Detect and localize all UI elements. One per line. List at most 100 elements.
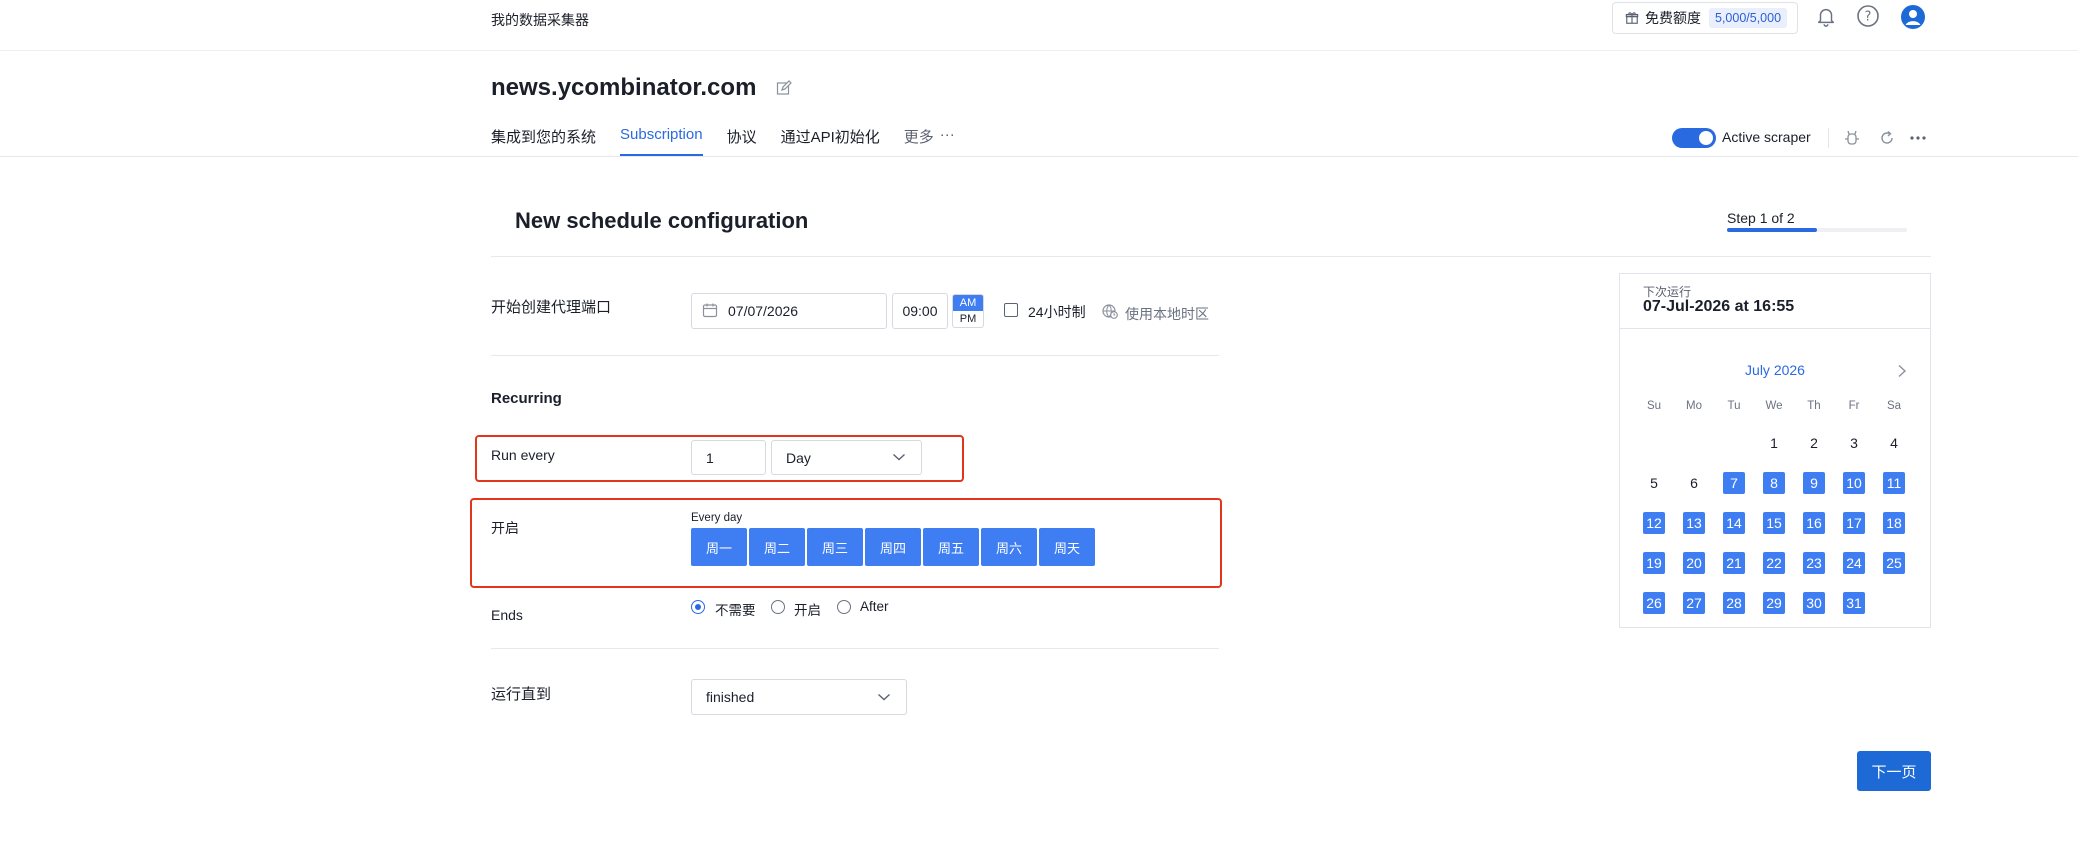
help-icon[interactable]: ?	[1856, 4, 1880, 28]
step-label: Step 1 of 2	[1727, 210, 1795, 226]
calendar-day[interactable]: 16	[1803, 512, 1825, 534]
calendar-day[interactable]: 15	[1763, 512, 1785, 534]
calendar-day[interactable]: 27	[1683, 592, 1705, 614]
quota-count: 5,000/5,000	[1709, 8, 1788, 28]
calendar-day[interactable]: 18	[1883, 512, 1905, 534]
calendar-day[interactable]: 1	[1763, 432, 1785, 454]
calendar-day[interactable]: 30	[1803, 592, 1825, 614]
panel-divider	[1619, 328, 1931, 329]
local-timezone-label[interactable]: 使用本地时区	[1125, 304, 1209, 324]
weekday-button[interactable]: 周四	[865, 528, 921, 566]
run-every-unit-value: Day	[786, 449, 811, 466]
calendar-day[interactable]: 28	[1723, 592, 1745, 614]
tab-protocol[interactable]: 协议	[727, 126, 757, 156]
calendar-day[interactable]: 8	[1763, 472, 1785, 494]
run-until-select[interactable]: finished	[691, 679, 907, 715]
calendar-day[interactable]: 26	[1643, 592, 1665, 614]
active-scraper-toggle[interactable]	[1672, 128, 1716, 148]
tab-subscription[interactable]: Subscription	[620, 126, 703, 156]
calendar-day[interactable]: 22	[1763, 552, 1785, 574]
ends-never-label: 不需要	[715, 603, 756, 618]
calendar-day[interactable]: 6	[1683, 472, 1705, 494]
ends-on-label: 开启	[794, 603, 821, 618]
calendar-day[interactable]: 17	[1843, 512, 1865, 534]
tab-api-init[interactable]: 通过API初始化	[781, 126, 880, 156]
calendar-day[interactable]: 10	[1843, 472, 1865, 494]
calendar-day[interactable]: 24	[1843, 552, 1865, 574]
calendar-day[interactable]: 4	[1883, 432, 1905, 454]
tab-more[interactable]: 更多 ···	[904, 126, 955, 156]
avatar-icon[interactable]	[1900, 4, 1926, 30]
start-divider	[491, 355, 1219, 356]
calendar-day[interactable]: 20	[1683, 552, 1705, 574]
calendar-day[interactable]: 29	[1763, 592, 1785, 614]
weekday-button[interactable]: 周一	[691, 528, 747, 566]
pm-option[interactable]: PM	[953, 311, 983, 327]
next-page-button[interactable]: 下一页	[1857, 751, 1931, 791]
ends-on-radio[interactable]	[771, 600, 785, 614]
tab-divider	[0, 156, 2078, 157]
calendar-icon	[702, 303, 718, 318]
calendar-day[interactable]: 9	[1803, 472, 1825, 494]
calendar-day[interactable]: 31	[1843, 592, 1865, 614]
ends-divider	[491, 648, 1219, 649]
calendar-day[interactable]: 5	[1643, 472, 1665, 494]
calendar-weekday: Mo	[1686, 400, 1702, 412]
svg-text:?: ?	[1865, 10, 1872, 25]
am-option[interactable]: AM	[953, 295, 983, 311]
calendar-day[interactable]: 7	[1723, 472, 1745, 494]
tab-integration[interactable]: 集成到您的系统	[491, 126, 596, 156]
start-time-input[interactable]: 09:00	[892, 293, 948, 329]
weekday-button[interactable]: 周五	[923, 528, 979, 566]
calendar-weekday: Su	[1646, 400, 1662, 412]
globe-clock-icon[interactable]	[1102, 303, 1118, 319]
run-every-input[interactable]: 1	[691, 440, 766, 475]
calendar-month: July 2026	[1745, 362, 1805, 378]
refresh-icon[interactable]	[1877, 128, 1897, 148]
start-label: 开始创建代理端口	[491, 299, 612, 316]
quota-badge[interactable]: 免费额度 5,000/5,000	[1612, 2, 1799, 34]
tab-more-label: 更多	[903, 129, 934, 146]
bug-icon[interactable]	[1842, 128, 1862, 148]
run-until-label: 运行直到	[491, 686, 552, 703]
step-progress-fill	[1727, 228, 1817, 232]
config-divider	[491, 256, 1931, 257]
calendar-day[interactable]: 11	[1883, 472, 1905, 494]
calendar-day[interactable]: 23	[1803, 552, 1825, 574]
weekday-button[interactable]: 周六	[981, 528, 1037, 566]
calendar-weekday: Th	[1807, 400, 1821, 412]
on-label: 开启	[491, 520, 519, 536]
weekday-button[interactable]: 周天	[1039, 528, 1095, 566]
weekday-button[interactable]: 周三	[807, 528, 863, 566]
ends-after-radio[interactable]	[837, 600, 851, 614]
calendar-day[interactable]: 25	[1883, 552, 1905, 574]
calendar-day[interactable]: 14	[1723, 512, 1745, 534]
start-date-value: 07/07/2026	[728, 303, 799, 319]
site-title: news.ycombinator.com	[491, 74, 757, 101]
calendar-day[interactable]: 19	[1643, 552, 1665, 574]
config-title: New schedule configuration	[515, 208, 809, 233]
calendar-day[interactable]: 2	[1803, 432, 1825, 454]
ends-never-radio[interactable]	[691, 600, 705, 614]
more-dots-icon: ···	[939, 126, 955, 143]
weekday-button[interactable]: 周二	[749, 528, 805, 566]
start-time-value: 09:00	[902, 303, 938, 319]
run-until-value: finished	[706, 689, 755, 705]
active-scraper-label: Active scraper	[1722, 129, 1811, 145]
calendar-day[interactable]: 13	[1683, 512, 1705, 534]
chevron-right-icon[interactable]	[1896, 364, 1908, 378]
bell-icon[interactable]	[1814, 4, 1838, 28]
recurring-heading: Recurring	[491, 390, 562, 407]
calendar-day[interactable]: 3	[1843, 432, 1865, 454]
calendar-day[interactable]: 21	[1723, 552, 1745, 574]
quota-label: 免费额度	[1645, 10, 1701, 26]
app-name[interactable]: 我的数据采集器	[491, 10, 589, 30]
tab-bar: 集成到您的系统 Subscription 协议 通过API初始化 更多 ···	[491, 126, 979, 156]
hour24-checkbox[interactable]	[1004, 303, 1018, 317]
edit-icon[interactable]	[776, 80, 792, 96]
calendar-day[interactable]: 12	[1643, 512, 1665, 534]
start-date-input[interactable]: 07/07/2026	[691, 293, 887, 329]
run-every-value: 1	[706, 449, 714, 466]
calendar-weekday: We	[1765, 400, 1783, 412]
more-options-icon[interactable]	[1908, 128, 1928, 148]
